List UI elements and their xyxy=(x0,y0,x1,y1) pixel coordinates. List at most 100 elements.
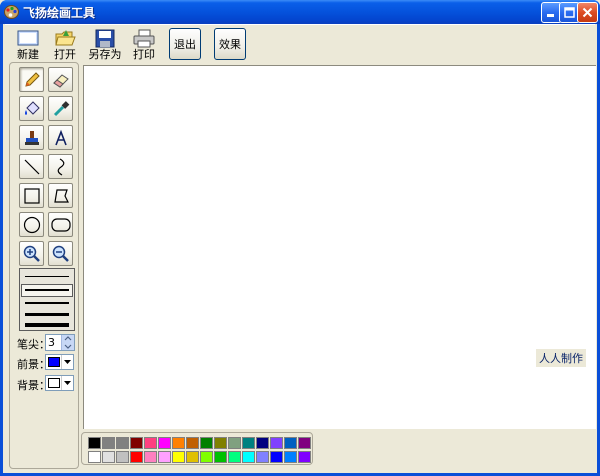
line-width-3[interactable] xyxy=(25,302,69,304)
line-width-5[interactable] xyxy=(25,323,69,327)
app-window: 飞扬绘画工具 新建 打开 另存为 打印 退出 效果 笔尖： 3 前景： 背景： … xyxy=(0,0,600,476)
palette-swatch[interactable] xyxy=(102,451,115,463)
line-width-1[interactable] xyxy=(25,276,69,277)
foreground-color-picker[interactable] xyxy=(45,354,74,370)
zoom-out-tool-button[interactable] xyxy=(48,241,73,266)
palette-swatch[interactable] xyxy=(88,437,101,449)
app-icon xyxy=(4,5,19,19)
foreground-swatch xyxy=(48,357,60,367)
zoom-in-tool-button[interactable] xyxy=(19,241,44,266)
line-width-4[interactable] xyxy=(25,313,69,316)
palette-swatch[interactable] xyxy=(270,437,283,449)
rectangle-tool-button[interactable] xyxy=(19,183,44,208)
print-button[interactable]: 打印 xyxy=(128,28,160,62)
palette-swatch[interactable] xyxy=(256,451,269,463)
palette-swatch[interactable] xyxy=(116,451,129,463)
close-icon xyxy=(582,7,593,18)
pencil-tool-button[interactable] xyxy=(19,67,44,92)
palette-swatch[interactable] xyxy=(144,451,157,463)
palette-swatch[interactable] xyxy=(242,437,255,449)
spin-up-down-icon xyxy=(64,336,72,349)
palette-swatch[interactable] xyxy=(172,451,185,463)
new-button[interactable]: 新建 xyxy=(12,28,44,62)
palette-swatch[interactable] xyxy=(158,437,171,449)
open-button[interactable]: 打开 xyxy=(49,28,81,62)
palette-swatch[interactable] xyxy=(200,451,213,463)
window-title: 飞扬绘画工具 xyxy=(23,6,96,20)
foreground-dropdown[interactable] xyxy=(61,355,73,369)
save-as-label: 另存为 xyxy=(88,48,122,61)
palette-swatch[interactable] xyxy=(102,437,115,449)
palette-swatch[interactable] xyxy=(88,451,101,463)
palette-swatch[interactable] xyxy=(172,437,185,449)
polygon-icon xyxy=(53,188,69,203)
palette-swatch[interactable] xyxy=(298,451,311,463)
palette-swatch[interactable] xyxy=(228,451,241,463)
polygon-tool-button[interactable] xyxy=(48,183,73,208)
line-tool-button[interactable] xyxy=(19,154,44,179)
eraser-tool-button[interactable] xyxy=(48,67,73,92)
palette-swatch[interactable] xyxy=(186,437,199,449)
pen-tip-value: 3 xyxy=(48,336,55,349)
pencil-icon xyxy=(24,71,40,87)
rounded-rect-icon xyxy=(50,217,71,232)
save-as-button[interactable]: 另存为 xyxy=(85,28,125,62)
chevron-down-icon xyxy=(64,360,71,364)
palette-swatch[interactable] xyxy=(130,451,143,463)
palette-swatch[interactable] xyxy=(186,451,199,463)
ellipse-icon xyxy=(23,216,40,233)
eraser-icon xyxy=(52,73,69,88)
open-label: 打开 xyxy=(54,48,76,61)
line-width-2[interactable] xyxy=(25,289,69,291)
fill-tool-button[interactable] xyxy=(19,96,44,121)
save-as-disk-icon xyxy=(95,29,115,48)
client-area: 新建 打开 另存为 打印 退出 效果 笔尖： 3 前景： 背景： 人人制作 xyxy=(3,24,597,473)
palette-swatch[interactable] xyxy=(158,451,171,463)
printer-icon xyxy=(133,29,155,48)
line-icon xyxy=(24,159,39,174)
background-color-picker[interactable] xyxy=(45,375,74,391)
text-icon xyxy=(54,129,67,145)
text-tool-button[interactable] xyxy=(48,125,73,150)
eyedropper-icon xyxy=(53,100,69,116)
title-bar[interactable]: 飞扬绘画工具 xyxy=(0,0,600,24)
curve-icon xyxy=(57,157,64,176)
new-label: 新建 xyxy=(17,48,39,61)
paint-bucket-icon xyxy=(24,100,40,115)
palette-swatch[interactable] xyxy=(242,451,255,463)
palette-swatch[interactable] xyxy=(270,451,283,463)
tool-panel: 笔尖： 3 前景： 背景： xyxy=(9,62,79,469)
rounded-rect-tool-button[interactable] xyxy=(48,212,73,237)
stamp-tool-button[interactable] xyxy=(19,125,44,150)
ellipse-tool-button[interactable] xyxy=(19,212,44,237)
close-button[interactable] xyxy=(577,2,598,23)
exit-button[interactable]: 退出 xyxy=(169,28,201,60)
minimize-icon xyxy=(547,14,554,17)
effect-button[interactable]: 效果 xyxy=(214,28,246,60)
background-dropdown[interactable] xyxy=(61,376,73,390)
credit-label: 人人制作 xyxy=(536,349,586,367)
palette-swatch[interactable] xyxy=(214,451,227,463)
color-palette xyxy=(81,432,313,465)
palette-swatch[interactable] xyxy=(200,437,213,449)
print-label: 打印 xyxy=(133,48,155,61)
background-swatch xyxy=(48,378,60,388)
palette-swatch[interactable] xyxy=(214,437,227,449)
palette-swatch[interactable] xyxy=(228,437,241,449)
drawing-canvas[interactable] xyxy=(83,65,596,429)
toolbar-divider xyxy=(5,24,595,25)
chevron-down-icon xyxy=(64,381,71,385)
palette-swatch[interactable] xyxy=(256,437,269,449)
line-width-selector[interactable] xyxy=(19,268,75,331)
palette-swatch[interactable] xyxy=(144,437,157,449)
color-picker-tool-button[interactable] xyxy=(48,96,73,121)
palette-swatch[interactable] xyxy=(298,437,311,449)
palette-swatch[interactable] xyxy=(130,437,143,449)
pen-tip-spinner[interactable]: 3 xyxy=(45,334,75,351)
palette-swatch[interactable] xyxy=(284,437,297,449)
spinner-arrows[interactable] xyxy=(61,335,74,350)
palette-swatch[interactable] xyxy=(284,451,297,463)
curve-tool-button[interactable] xyxy=(48,154,73,179)
open-folder-icon xyxy=(55,30,76,46)
palette-swatch[interactable] xyxy=(116,437,129,449)
